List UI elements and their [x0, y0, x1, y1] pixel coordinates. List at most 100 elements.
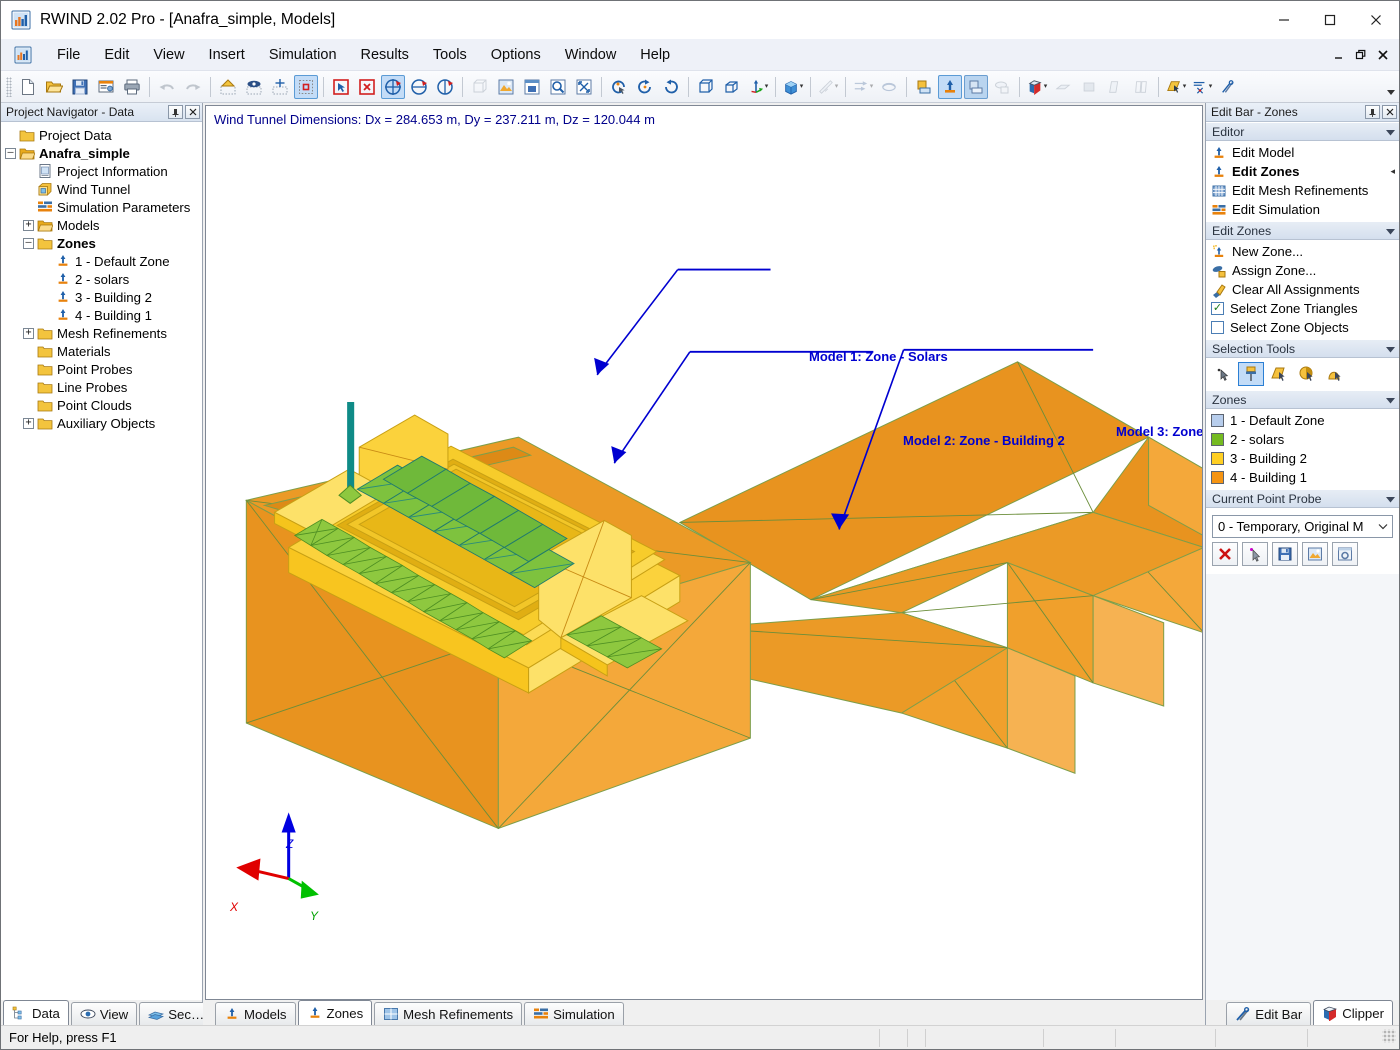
chevron-down-icon[interactable]: ▾	[835, 83, 839, 90]
chevron-down-icon[interactable]	[1374, 522, 1392, 532]
assign-zone-icon[interactable]	[990, 75, 1014, 99]
perspective-view-icon[interactable]	[720, 75, 744, 99]
grid-points-icon[interactable]	[268, 75, 292, 99]
mdi-close-button[interactable]	[1373, 45, 1393, 65]
chevron-down-icon[interactable]	[1386, 125, 1395, 139]
rotate-pick-icon[interactable]	[607, 75, 631, 99]
tab-data[interactable]: Data	[3, 1000, 69, 1025]
flow-arrows-icon[interactable]: ▾	[851, 75, 875, 99]
tree-item-zones[interactable]: – Zones	[1, 234, 202, 252]
probe-settings-icon[interactable]	[1332, 542, 1358, 566]
group-header-edit-zones[interactable]: Edit Zones	[1206, 221, 1399, 240]
group-header-editor[interactable]: Editor	[1206, 122, 1399, 141]
zone-list-item[interactable]: 2 - solars	[1206, 430, 1399, 449]
print-icon[interactable]	[120, 75, 144, 99]
pick-probe-icon[interactable]	[1242, 542, 1268, 566]
select-brush-icon[interactable]	[1238, 362, 1264, 386]
group-header-current-point-probe[interactable]: Current Point Probe	[1206, 489, 1399, 508]
tab-clipper[interactable]: Clipper	[1313, 1000, 1393, 1025]
zoom-window-icon[interactable]	[520, 75, 544, 99]
tree-item-point-probes[interactable]: Point Probes	[1, 360, 202, 378]
tree-item-1-default-zone[interactable]: 1 - Default Zone	[1, 252, 202, 270]
select-object-icon[interactable]	[329, 75, 353, 99]
menu-options[interactable]: Options	[479, 43, 553, 67]
chevron-down-icon[interactable]: ▾	[1209, 83, 1213, 90]
tree-item-anafra-simple[interactable]: – Anafra_simple	[1, 144, 202, 162]
select-surface-icon[interactable]: ▾	[1164, 75, 1188, 99]
edit-model-icon[interactable]	[912, 75, 936, 99]
maximize-button[interactable]	[1307, 1, 1353, 39]
filled-surface-icon[interactable]	[1077, 75, 1101, 99]
group-header-zones[interactable]: Zones	[1206, 390, 1399, 409]
render-icon[interactable]	[494, 75, 518, 99]
edit-bar-checkbox-select-zone-objects[interactable]: Select Zone Objects	[1206, 318, 1399, 337]
save-icon[interactable]	[68, 75, 92, 99]
chevron-down-icon[interactable]: ▾	[1183, 83, 1187, 90]
select-freehand-icon[interactable]	[1322, 362, 1348, 386]
chevron-down-icon[interactable]	[1386, 342, 1395, 356]
menu-insert[interactable]: Insert	[197, 43, 257, 67]
menu-window[interactable]: Window	[553, 43, 629, 67]
tree-item-3-building-2[interactable]: 3 - Building 2	[1, 288, 202, 306]
close-button[interactable]	[1353, 1, 1399, 39]
tab-models[interactable]: Models	[215, 1002, 296, 1025]
tree-item-project-data[interactable]: Project Data	[1, 126, 202, 144]
menu-help[interactable]: Help	[628, 43, 682, 67]
edit-bar-item-clear-all-assignments[interactable]: Clear All Assignments	[1206, 280, 1399, 299]
close-icon[interactable]	[1382, 105, 1397, 119]
chevron-down-icon[interactable]: ▾	[800, 83, 804, 90]
tree-item-2-solars[interactable]: 2 - solars	[1, 270, 202, 288]
project-tree[interactable]: Project Data – Anafra_simple Project Inform…	[1, 122, 202, 1000]
project-info-icon[interactable]	[94, 75, 118, 99]
mdi-minimize-button[interactable]	[1329, 45, 1349, 65]
surface-shade-icon[interactable]	[1051, 75, 1075, 99]
settings-tools-icon[interactable]	[1216, 75, 1240, 99]
chevron-down-icon[interactable]	[1386, 224, 1395, 238]
chevron-down-icon[interactable]	[1386, 393, 1395, 407]
expand-icon[interactable]: +	[23, 417, 34, 429]
edit-bar-item-edit-simulation[interactable]: Edit Simulation	[1206, 200, 1399, 219]
section-plane-icon[interactable]: ▾	[816, 75, 840, 99]
tab-simulation[interactable]: Simulation	[524, 1002, 624, 1025]
edit-bar-item-assign-zone[interactable]: Assign Zone...	[1206, 261, 1399, 280]
rotate-view-z-icon[interactable]	[433, 75, 457, 99]
toolbar-overflow-button[interactable]	[1385, 75, 1397, 97]
tab-edit-bar[interactable]: Edit Bar	[1226, 1002, 1312, 1025]
tree-item-mesh-refinements[interactable]: + Mesh Refinements	[1, 324, 202, 342]
menu-tools[interactable]: Tools	[421, 43, 479, 67]
rotate-ccw-icon[interactable]	[659, 75, 683, 99]
tree-item-project-information[interactable]: Project Information	[1, 162, 202, 180]
zone-list-item[interactable]: 1 - Default Zone	[1206, 411, 1399, 430]
object-snap-icon[interactable]	[242, 75, 266, 99]
chevron-down-icon[interactable]	[1386, 492, 1395, 506]
select-polygon-icon[interactable]	[1266, 362, 1292, 386]
zoom-all-icon[interactable]	[572, 75, 596, 99]
rotate-cw-icon[interactable]	[633, 75, 657, 99]
close-icon[interactable]	[185, 105, 200, 119]
tree-item-models[interactable]: + Models	[1, 216, 202, 234]
wireframe-icon[interactable]	[468, 75, 492, 99]
show-grid-icon[interactable]	[294, 74, 318, 99]
rotate-view-y-icon[interactable]	[407, 75, 431, 99]
model-viewport[interactable]: Wind Tunnel Dimensions: Dx = 284.653 m, …	[205, 105, 1203, 1000]
chevron-down-icon[interactable]: ▾	[1044, 83, 1048, 90]
undo-icon[interactable]	[155, 75, 179, 99]
mdi-restore-button[interactable]	[1351, 45, 1371, 65]
tree-item-auxiliary-objects[interactable]: + Auxiliary Objects	[1, 414, 202, 432]
zone-list-item[interactable]: 3 - Building 2	[1206, 449, 1399, 468]
edit-zones-icon[interactable]	[938, 74, 962, 99]
edit-bar-item-edit-model[interactable]: Edit Model	[1206, 143, 1399, 162]
chevron-down-icon[interactable]: ▾	[870, 83, 874, 90]
edit-bar-item-edit-mesh-refinements[interactable]: Edit Mesh Refinements	[1206, 181, 1399, 200]
tree-item-4-building-1[interactable]: 4 - Building 1	[1, 306, 202, 324]
tab-zones[interactable]: Zones	[297, 1000, 373, 1025]
wire-surface-icon[interactable]	[1129, 75, 1153, 99]
zones-list[interactable]: 1 - Default Zone 2 - solars 3 - Building 2…	[1206, 409, 1399, 489]
edit-bar-checkbox-select-zone-triangles[interactable]: ✓ Select Zone Triangles	[1206, 299, 1399, 318]
resize-grip-icon[interactable]	[1382, 1028, 1396, 1043]
menu-file[interactable]: File	[45, 43, 92, 67]
menu-results[interactable]: Results	[349, 43, 421, 67]
tab-mesh-refinements[interactable]: Mesh Refinements	[374, 1002, 523, 1025]
deselect-object-icon[interactable]	[355, 75, 379, 99]
expand-icon[interactable]: +	[23, 219, 34, 231]
